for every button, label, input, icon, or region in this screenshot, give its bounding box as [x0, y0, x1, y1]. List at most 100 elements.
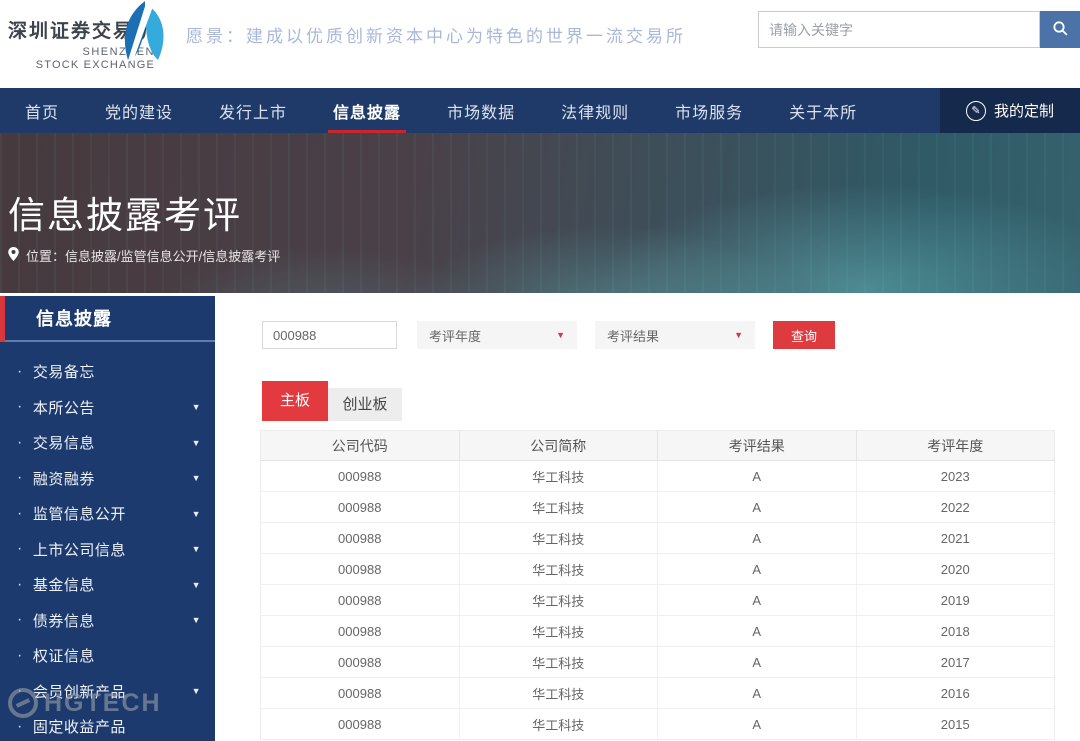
nav-item-市场服务[interactable]: 市场服务 — [652, 88, 766, 133]
chevron-down-icon: ▼ — [192, 402, 201, 412]
szse-emblem-icon — [112, 0, 174, 73]
customize-icon: ✎ — [966, 101, 986, 121]
table-cell: 华工科技 — [459, 461, 658, 492]
table-cell: 华工科技 — [459, 492, 658, 523]
table-cell: 华工科技 — [459, 616, 658, 647]
bullet-icon: · — [17, 540, 23, 558]
table-cell: 华工科技 — [459, 678, 658, 709]
bullet-icon: · — [17, 434, 23, 452]
bullet-icon: · — [17, 398, 23, 416]
table-header-cell: 公司简称 — [459, 431, 658, 461]
table-row: 000988华工科技A2022 — [261, 492, 1055, 523]
chevron-down-icon: ▼ — [192, 580, 201, 590]
eval-result-dropdown[interactable]: 考评结果 ▼ — [595, 321, 755, 349]
table-cell: 2021 — [856, 523, 1055, 554]
nav-item-关于本所[interactable]: 关于本所 — [766, 88, 880, 133]
sidebar-item-债券信息[interactable]: · 债券信息 ▼ — [0, 603, 215, 639]
site-search-input[interactable] — [758, 11, 1040, 48]
sidebar-item-交易备忘[interactable]: · 交易备忘 — [0, 354, 215, 390]
site-search — [758, 11, 1080, 48]
nav-item-党的建设[interactable]: 党的建设 — [82, 88, 196, 133]
sidebar-item-label: 基金信息 — [33, 574, 95, 595]
sidebar-item-上市公司信息[interactable]: ·上市公司信息▼ — [0, 532, 215, 568]
table-body: 000988华工科技A2023000988华工科技A2022000988华工科技… — [261, 461, 1055, 740]
sidebar-item-监管信息公开[interactable]: ·监管信息公开▼ — [0, 496, 215, 532]
table-cell: 2015 — [856, 709, 1055, 740]
query-button[interactable]: 查询 — [773, 321, 835, 349]
eval-result-dropdown-label: 考评结果 — [607, 326, 659, 345]
sidebar-title: 信息披露 — [0, 296, 215, 342]
nav-item-首页[interactable]: 首页 — [2, 88, 82, 133]
filter-row: 考评年度 ▼ 考评结果 ▼ 查询 — [262, 321, 835, 349]
chevron-down-icon: ▼ — [192, 509, 201, 519]
nav-item-法律规则[interactable]: 法律规则 — [538, 88, 652, 133]
sidebar-item-label: 债券信息 — [33, 610, 95, 631]
my-custom-label: 我的定制 — [994, 100, 1054, 121]
table-row: 000988华工科技A2016 — [261, 678, 1055, 709]
nav-item-信息披露[interactable]: 信息披露 — [310, 88, 424, 133]
bullet-icon: · — [17, 363, 23, 381]
sidebar-item-label: 固定收益产品 — [33, 716, 126, 737]
table-cell: 000988 — [261, 678, 460, 709]
sidebar: 信息披露 ·交易备忘·本所公告▼·交易信息▼·融资融券▼·监管信息公开▼·上市公… — [0, 296, 215, 741]
table-cell: A — [658, 585, 857, 616]
sidebar-item-会员创新产品[interactable]: ·会员创新产品▼ — [0, 674, 215, 710]
chevron-down-icon: ▼ — [734, 330, 743, 340]
evaluation-table: 公司代码公司简称考评结果考评年度 000988华工科技A2023000988华工… — [260, 430, 1055, 740]
site-search-button[interactable] — [1040, 11, 1080, 48]
table-cell: 2020 — [856, 554, 1055, 585]
table-cell: 2022 — [856, 492, 1055, 523]
table-cell: 000988 — [261, 461, 460, 492]
table-cell: A — [658, 554, 857, 585]
nav-item-市场数据[interactable]: 市场数据 — [424, 88, 538, 133]
bullet-icon: · — [17, 611, 23, 629]
sidebar-item-固定收益产品[interactable]: · 固定收益产品 — [0, 709, 215, 741]
breadcrumb-text: 位置：信息披露/监管信息公开/信息披露考评 — [26, 246, 280, 265]
sidebar-item-本所公告[interactable]: · 本所公告 ▼ — [0, 390, 215, 426]
main-nav: 首页党的建设发行上市信息披露市场数据法律规则市场服务关于本所 ✎ 我的定制 — [0, 88, 1080, 133]
bullet-icon: · — [17, 682, 23, 700]
table-row: 000988华工科技A2015 — [261, 709, 1055, 740]
sidebar-item-label: 监管信息公开 — [33, 503, 126, 524]
sidebar-item-权证信息[interactable]: ·权证信息 — [0, 638, 215, 674]
sidebar-item-label: 交易备忘 — [33, 361, 95, 382]
location-pin-icon — [8, 247, 19, 264]
chevron-down-icon: ▼ — [192, 686, 201, 696]
sidebar-item-label: 本所公告 — [33, 397, 95, 418]
table-row: 000988华工科技A2021 — [261, 523, 1055, 554]
sidebar-menu: ·交易备忘·本所公告▼·交易信息▼·融资融券▼·监管信息公开▼·上市公司信息▼·… — [0, 342, 215, 741]
top-header: 深圳证券交易所 SHENZHEN STOCK EXCHANGE 愿景：建成以优质… — [0, 0, 1080, 88]
table-cell: 000988 — [261, 709, 460, 740]
chevron-down-icon: ▼ — [192, 473, 201, 483]
breadcrumb: 位置：信息披露/监管信息公开/信息披露考评 — [8, 246, 280, 265]
table-cell: 2023 — [856, 461, 1055, 492]
table-header-cell: 考评结果 — [658, 431, 857, 461]
tab-创业板[interactable]: 创业板 — [328, 388, 402, 421]
stock-code-input[interactable] — [262, 321, 397, 349]
table-cell: 000988 — [261, 492, 460, 523]
chevron-down-icon: ▼ — [192, 615, 201, 625]
chevron-down-icon: ▼ — [556, 330, 565, 340]
page-title: 信息披露考评 — [8, 185, 242, 239]
sidebar-item-label: 交易信息 — [33, 432, 95, 453]
table-cell: A — [658, 492, 857, 523]
table-cell: A — [658, 709, 857, 740]
table-cell: 华工科技 — [459, 554, 658, 585]
hero-banner: 信息披露考评 位置：信息披露/监管信息公开/信息披露考评 — [0, 133, 1080, 293]
table-cell: 华工科技 — [459, 709, 658, 740]
table-cell: A — [658, 616, 857, 647]
sidebar-item-基金信息[interactable]: ·基金信息▼ — [0, 567, 215, 603]
table-header-row: 公司代码公司简称考评结果考评年度 — [261, 431, 1055, 461]
chevron-down-icon: ▼ — [192, 438, 201, 448]
tab-主板[interactable]: 主板 — [262, 381, 328, 421]
table-cell: 2017 — [856, 647, 1055, 678]
table-header-cell: 考评年度 — [856, 431, 1055, 461]
eval-year-dropdown[interactable]: 考评年度 ▼ — [417, 321, 577, 349]
sidebar-item-融资融券[interactable]: ·融资融券▼ — [0, 461, 215, 497]
table-cell: 000988 — [261, 523, 460, 554]
my-custom-button[interactable]: ✎ 我的定制 — [940, 88, 1080, 133]
sidebar-item-label: 权证信息 — [33, 645, 95, 666]
sidebar-item-交易信息[interactable]: · 交易信息 ▼ — [0, 425, 215, 461]
bullet-icon: · — [17, 718, 23, 736]
nav-item-发行上市[interactable]: 发行上市 — [196, 88, 310, 133]
